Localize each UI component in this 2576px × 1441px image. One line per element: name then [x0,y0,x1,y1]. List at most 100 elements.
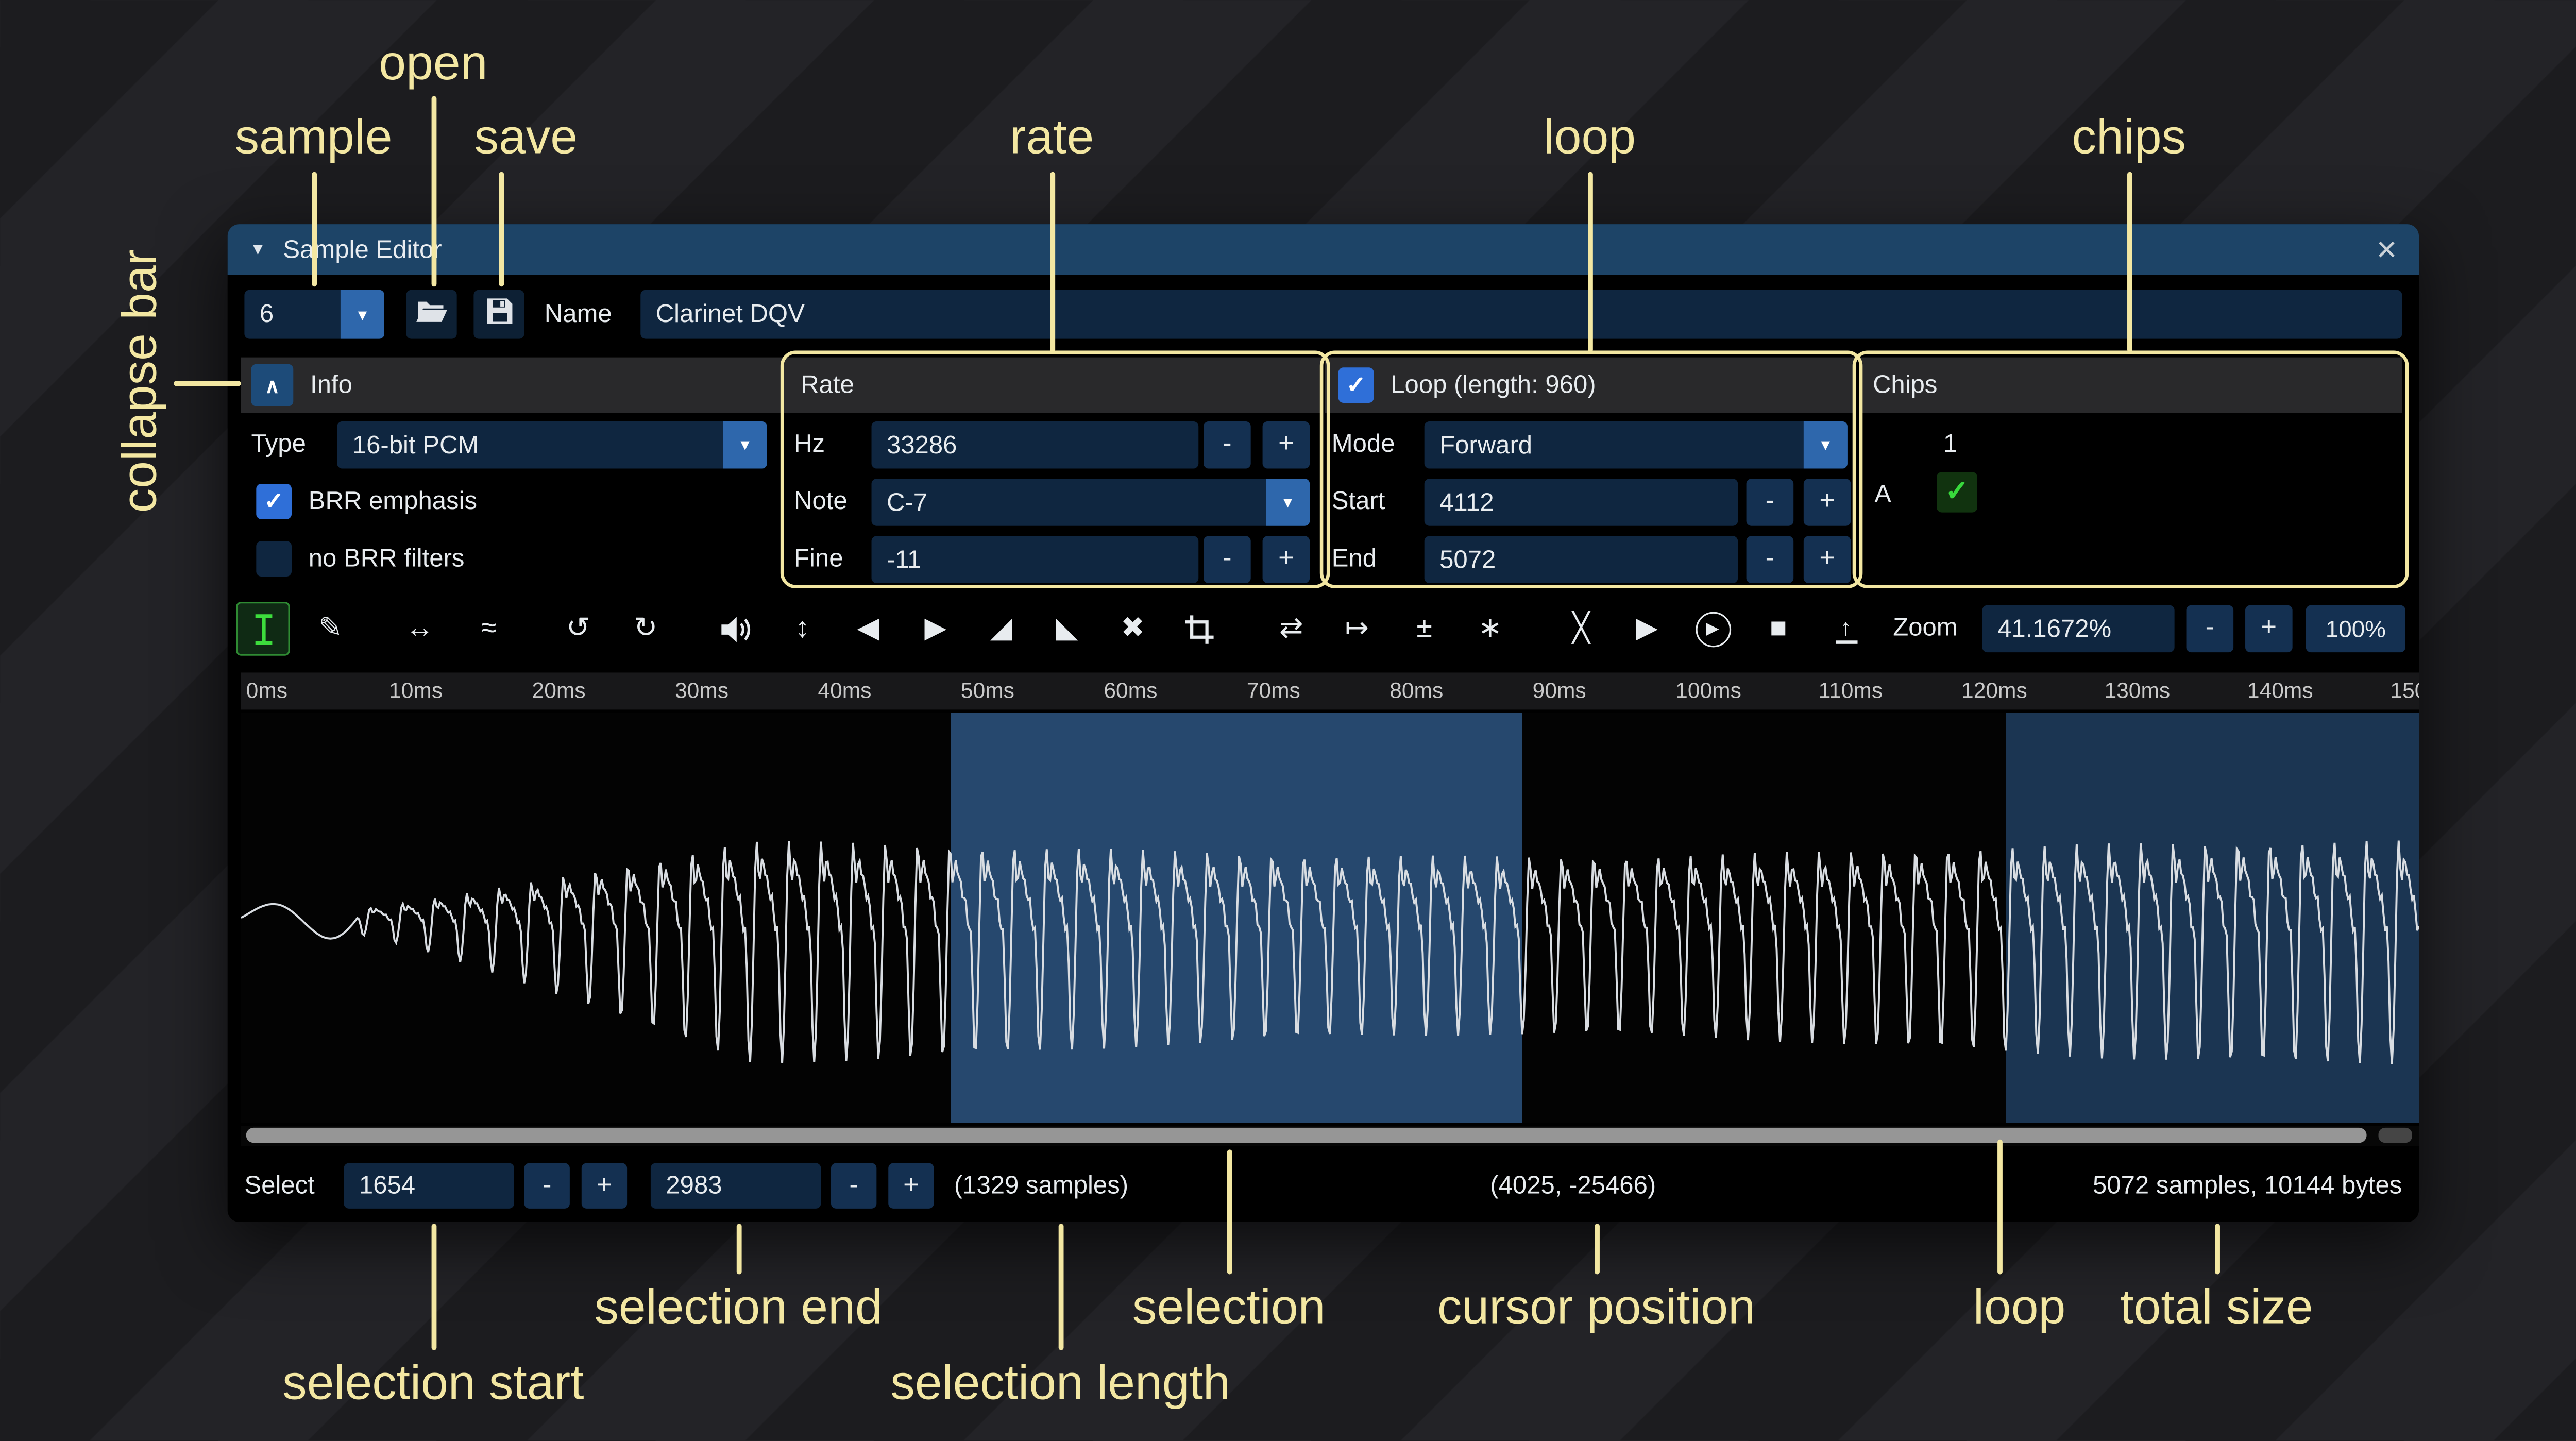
annotation-open: open [379,37,487,93]
titlebar[interactable]: ▼ Sample Editor × [228,224,2419,275]
zoom-reset-button[interactable]: 100% [2306,605,2405,653]
annotation-total-size: total size [2120,1281,2313,1337]
zoom-in-button[interactable]: + [2245,605,2293,653]
waveform-view[interactable] [241,713,2419,1123]
folder-open-icon [415,297,448,331]
name-input[interactable]: Clarinet DQV [640,290,2402,339]
annotation-open-line [431,96,436,286]
sample-number-value: 6 [244,290,340,339]
selection-length-text: (1329 samples) [954,1156,1128,1217]
invert-icon[interactable]: ▶ [909,602,963,656]
redo-icon[interactable]: ↻ [619,602,673,656]
select-label: Select [244,1156,314,1217]
resize-icon[interactable]: ↔ [393,602,447,656]
annotation-selection-length: selection length [890,1357,1230,1413]
ruler-tick: 120ms [1961,677,2027,703]
collapse-bar-button[interactable]: ∧ [251,364,293,406]
draw-icon[interactable]: ✎ [303,602,358,656]
selection-start-increase-button[interactable]: + [582,1163,627,1209]
scrollbar-thumb[interactable] [246,1128,2367,1143]
preview-loop-icon[interactable]: ▶ [1686,602,1740,656]
fade-out-icon[interactable]: ◣ [1040,602,1094,656]
info-header-bar: ∧ Info [241,358,787,413]
annotation-save-line [498,172,503,286]
sign-change-icon[interactable]: ± [1397,602,1451,656]
amplify-icon[interactable] [708,602,762,656]
selection-start-input[interactable]: 1654 [344,1163,514,1209]
window-title: Sample Editor [283,235,442,264]
ruler-tick: 140ms [2247,677,2313,703]
chevron-down-icon: ▼ [723,421,767,469]
undo-icon[interactable]: ↺ [551,602,605,656]
selection-end-decrease-button[interactable]: - [831,1163,876,1209]
sample-number-select[interactable]: 6 ▼ [244,290,384,339]
annotation-selection-length-line [1058,1224,1063,1350]
resample-icon[interactable]: ≈ [462,602,516,656]
no-brr-filters-label: no BRR filters [309,536,465,583]
annotated-screenshot: ▼ Sample Editor × 6 ▼ Name Clarinet DQV … [0,0,2576,1441]
scrollbar-end-cap [2379,1128,2412,1143]
insert-silence-icon[interactable]: ↦ [1330,602,1384,656]
stop-icon[interactable]: ■ [1751,602,1805,656]
waveform-plot [241,713,2419,1123]
sample-toolbar: Zoom 41.1672% - + 100% ✎↔≈↺↻↕◀▶◢◣✖⇄↦±∗╳▶… [228,602,2419,657]
normalize-icon[interactable]: ↕ [775,602,829,656]
zoom-input[interactable]: 41.1672% [1982,605,2175,653]
trim-icon[interactable] [1172,602,1226,656]
window-collapse-icon[interactable]: ▼ [249,240,266,259]
info-header: Info [310,371,352,400]
ruler-tick: 30ms [675,677,728,703]
ruler-tick: 10ms [389,677,443,703]
upload-icon[interactable]: ↑ [1819,602,1873,656]
chevron-up-icon: ∧ [265,374,280,397]
annotation-selection-start-line [431,1224,436,1350]
chevron-down-icon: ▼ [341,290,384,339]
ruler-tick: 40ms [818,677,871,703]
ruler-tick: 150 [2390,677,2419,703]
ruler-tick: 60ms [1104,677,1157,703]
total-size-text: 5072 samples, 10144 bytes [2093,1156,2402,1217]
preview-icon[interactable]: ▶ [1620,602,1674,656]
ruler-tick: 0ms [246,677,287,703]
zoom-out-button[interactable]: - [2187,605,2234,653]
waveform-scrollbar[interactable] [241,1126,2419,1146]
annotation-loop: loop [1544,111,1636,167]
filter-icon[interactable]: ∗ [1463,602,1517,656]
check-icon: ✓ [264,487,283,516]
type-value: 16-bit PCM [337,421,723,469]
time-ruler[interactable]: 0ms10ms20ms30ms40ms50ms60ms70ms80ms90ms1… [241,672,2419,709]
edit-mode-icon[interactable] [236,602,290,656]
annotation-loop-marker-line [1996,1140,2002,1275]
ruler-tick: 20ms [532,677,586,703]
flip-icon[interactable]: ⇄ [1264,602,1318,656]
name-label: Name [545,290,612,339]
annotation-chips-line [2126,172,2131,352]
type-select[interactable]: 16-bit PCM ▼ [337,421,767,469]
open-button[interactable] [406,290,457,339]
no-brr-filters-checkbox[interactable] [256,541,292,577]
selection-end-increase-button[interactable]: + [888,1163,934,1209]
brr-emphasis-checkbox[interactable]: ✓ [256,484,292,519]
brr-emphasis-label: BRR emphasis [309,479,477,526]
ruler-tick: 50ms [961,677,1014,703]
ruler-tick: 80ms [1389,677,1443,703]
annotation-rate-box [781,351,1330,588]
reverse-icon[interactable]: ◀ [841,602,895,656]
delete-icon[interactable]: ✖ [1106,602,1160,656]
annotation-sample-line [311,172,316,286]
annotation-collapse-bar: collapse bar [114,249,170,513]
annotation-loop-box [1320,351,1863,588]
annotation-selection-line [1226,1149,1231,1274]
annotation-chips: chips [2072,111,2187,167]
close-icon[interactable]: × [2376,232,2397,267]
ruler-tick: 100ms [1675,677,1741,703]
ruler-tick: 70ms [1247,677,1300,703]
fade-in-icon[interactable]: ◢ [974,602,1028,656]
save-button[interactable] [473,290,524,339]
crossfade-icon[interactable]: ╳ [1554,602,1608,656]
annotation-total-size-line [2214,1224,2219,1274]
zoom-label: Zoom [1893,602,1957,656]
selection-end-input[interactable]: 2983 [651,1163,821,1209]
annotation-selection: selection [1132,1281,1326,1337]
selection-start-decrease-button[interactable]: - [524,1163,570,1209]
